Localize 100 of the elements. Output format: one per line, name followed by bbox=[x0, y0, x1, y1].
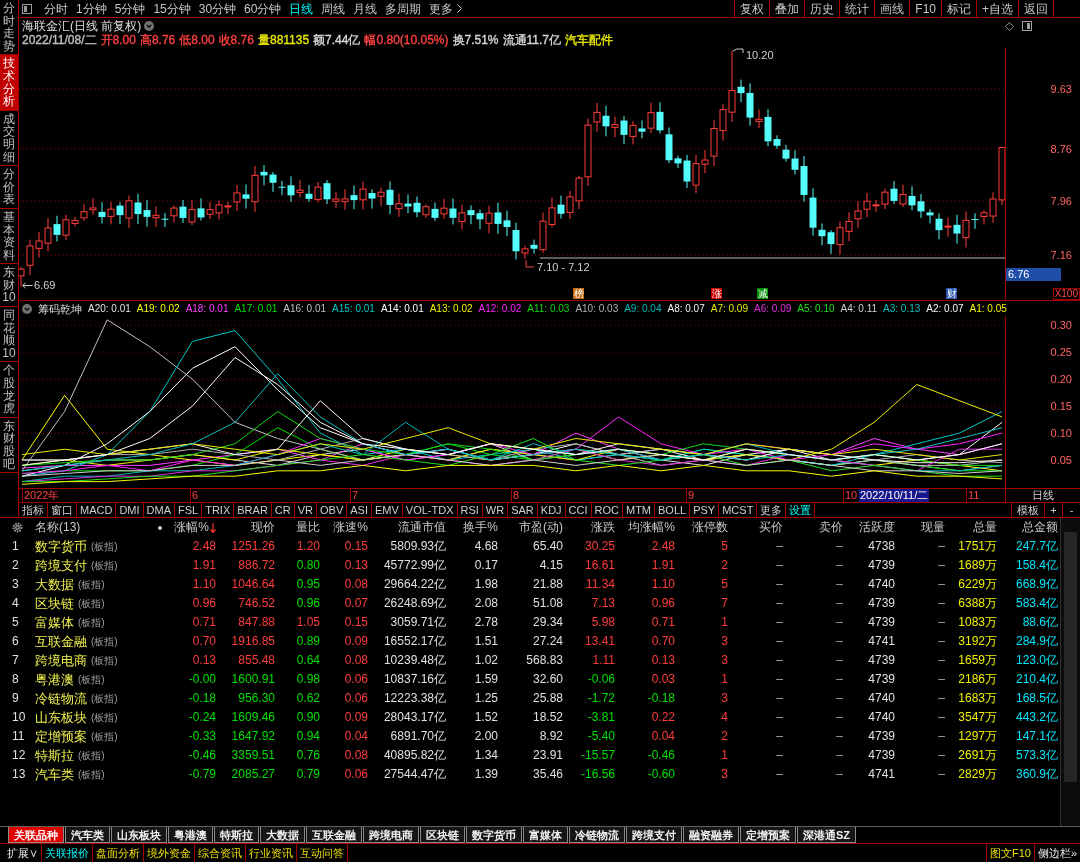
table-cell-text: 1609.46 bbox=[230, 709, 276, 726]
indicator-value: A15: 0.01 bbox=[332, 301, 375, 316]
indicator-value: A3: 0.13 bbox=[883, 301, 921, 316]
table-cell-text: – bbox=[775, 595, 784, 612]
table-cell-text: 0.98 bbox=[295, 671, 321, 688]
table-cell-text: 284.9亿 bbox=[1014, 633, 1059, 650]
table-cell-text: 1.20 bbox=[295, 538, 321, 555]
table-cell-text: -0.46 bbox=[646, 747, 676, 764]
table-cell-text: 0.13 bbox=[191, 652, 217, 669]
table-cell-text: 0.06 bbox=[343, 671, 369, 688]
table-cell-text: 23.91 bbox=[531, 747, 564, 764]
table-cell-text: 2.48 bbox=[191, 538, 217, 555]
table-cell-text: 360.9亿 bbox=[1014, 766, 1059, 783]
table-cell-text: 26248.69亿 bbox=[382, 595, 447, 612]
table-cell-text: 0.22 bbox=[650, 709, 676, 726]
table-cell-text: 0.08 bbox=[343, 747, 369, 764]
date-label: 8 bbox=[511, 489, 520, 502]
table-cell-text: 1689万 bbox=[957, 557, 998, 574]
table-cell-text: – bbox=[937, 690, 946, 707]
quote-value: 额7.44亿 bbox=[313, 33, 361, 47]
table-cell-text: 32.60 bbox=[531, 671, 564, 688]
row-number: 9 bbox=[11, 690, 20, 707]
sector-type-tag: (板指) bbox=[78, 746, 105, 765]
sector-type-tag: (板指) bbox=[91, 632, 118, 651]
table-cell-text: 25.88 bbox=[531, 690, 564, 707]
table-cell-text: -0.33 bbox=[187, 728, 217, 745]
table-cell-text: 158.4亿 bbox=[1014, 557, 1059, 574]
table-cell-text: 5809.93亿 bbox=[389, 538, 447, 555]
axis-label: 0.05 bbox=[1050, 453, 1072, 467]
indicator-value: A5: 0.10 bbox=[797, 301, 835, 316]
table-cell-text: 0.06 bbox=[343, 766, 369, 783]
table-cell-text: 0.62 bbox=[295, 690, 321, 707]
table-cell-text: 3547万 bbox=[957, 709, 998, 726]
table-cell-text: – bbox=[775, 652, 784, 669]
table-cell-text: 1.51 bbox=[473, 633, 499, 650]
table-cell-text: – bbox=[835, 671, 844, 688]
axis-label: 9.63 bbox=[1050, 82, 1072, 96]
table-cell-text: -15.57 bbox=[579, 747, 616, 764]
table-cell-text: 0.80 bbox=[295, 557, 321, 574]
row-number: 5 bbox=[11, 614, 20, 631]
table-cell-text: 2.00 bbox=[473, 728, 499, 745]
table-cell-text: -5.40 bbox=[586, 728, 616, 745]
table-cell-text: 1.10 bbox=[191, 576, 217, 593]
sector-type-tag: (板指) bbox=[91, 727, 118, 746]
table-cell-text: 29.34 bbox=[531, 614, 564, 631]
table-cell-text: – bbox=[835, 614, 844, 631]
table-cell-text: 7.13 bbox=[590, 595, 616, 612]
table-cell-text: 0.79 bbox=[295, 766, 321, 783]
table-cell-text: 4741 bbox=[867, 766, 896, 783]
row-number: 2 bbox=[11, 557, 20, 574]
quote-value: 流通11.7亿 bbox=[502, 33, 561, 47]
table-cell-text: – bbox=[835, 557, 844, 574]
table-cell-text: -1.72 bbox=[586, 690, 616, 707]
table-cell-text: – bbox=[835, 652, 844, 669]
table-cell-text: 2.78 bbox=[473, 614, 499, 631]
table-cell-text: 0.76 bbox=[295, 747, 321, 764]
table-cell-text: 6891.70亿 bbox=[389, 728, 447, 745]
table-cell-text: 1046.64 bbox=[230, 576, 276, 593]
indicator-value: A11: 0.03 bbox=[527, 301, 570, 316]
period-label: 日线 bbox=[1032, 489, 1054, 502]
table-cell-text: – bbox=[775, 690, 784, 707]
table-cell-text: 4739 bbox=[867, 652, 896, 669]
table-cell-text: 3 bbox=[720, 766, 729, 783]
indicator-value: A20: 0.01 bbox=[88, 301, 131, 316]
sector-type-tag: (板指) bbox=[91, 537, 118, 556]
indicator-value: A17: 0.01 bbox=[234, 301, 278, 316]
indicator-value: A1: 0.05 bbox=[969, 301, 1007, 316]
table-cell-text: 3192万 bbox=[957, 633, 998, 650]
table-cell-text: 6388万 bbox=[957, 595, 998, 612]
indicator-value: A18: 0.01 bbox=[185, 301, 229, 316]
quote-value: 2022/11/08/二 bbox=[22, 33, 97, 47]
indicator-value: A4: 0.11 bbox=[840, 301, 878, 316]
table-cell-text: 4740 bbox=[867, 576, 896, 593]
table-cell-text: – bbox=[835, 690, 844, 707]
table-cell-text: 0.08 bbox=[343, 652, 369, 669]
table-cell-text: 1.91 bbox=[191, 557, 217, 574]
table-cell-text: 0.64 bbox=[295, 652, 321, 669]
table-cell-text: 10239.48亿 bbox=[382, 652, 447, 669]
date-label: 9 bbox=[686, 489, 695, 502]
table-cell-text: 746.52 bbox=[237, 595, 276, 612]
row-number: 13 bbox=[11, 766, 27, 783]
table-cell-text: 8.92 bbox=[538, 728, 564, 745]
scale-label: X100 bbox=[1052, 288, 1080, 300]
table-cell-text: -0.24 bbox=[187, 709, 217, 726]
indicator-value: A12: 0.02 bbox=[478, 301, 522, 316]
indicator-value: A9: 0.04 bbox=[624, 301, 662, 316]
table-cell-text: 147.1亿 bbox=[1014, 728, 1059, 745]
table-cell-text: 0.09 bbox=[343, 709, 369, 726]
table-cell-text: 2 bbox=[720, 557, 729, 574]
table-cell-text: 1.10 bbox=[650, 576, 676, 593]
table-cell-text: 7 bbox=[720, 595, 729, 612]
table-cell-text: 2186万 bbox=[957, 671, 998, 688]
table-cell-text: 2829万 bbox=[957, 766, 998, 783]
row-number: 10 bbox=[11, 709, 27, 726]
indicator-value: A7: 0.09 bbox=[710, 301, 748, 316]
table-cell-text: -16.56 bbox=[579, 766, 616, 783]
table-cell-text: 1083万 bbox=[957, 614, 998, 631]
table-cell-text: – bbox=[937, 652, 946, 669]
table-cell-text: 4739 bbox=[867, 747, 896, 764]
table-cell-text: 1 bbox=[720, 747, 729, 764]
